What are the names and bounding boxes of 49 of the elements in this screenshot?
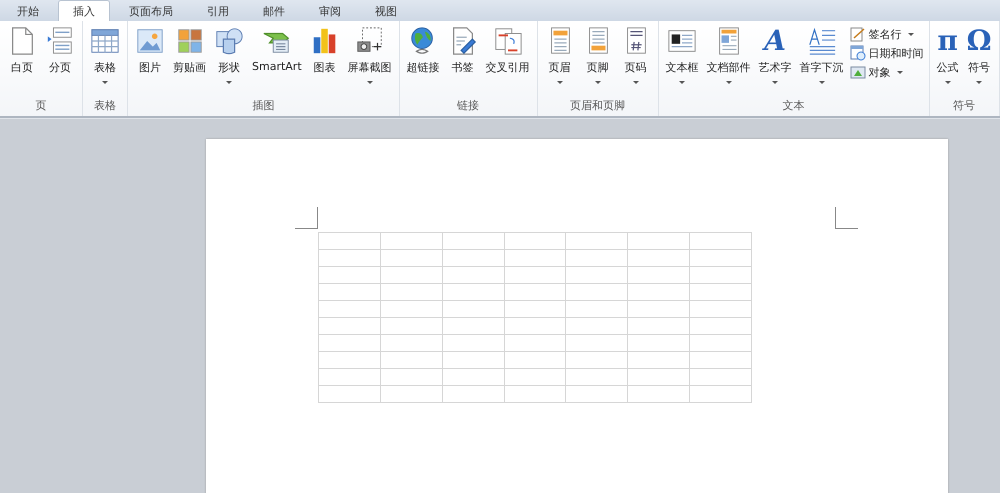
- ribbon-tab[interactable]: 邮件: [248, 1, 300, 21]
- ribbon-button[interactable]: 形状: [210, 26, 248, 84]
- ribbon-button[interactable]: π 公式: [932, 26, 963, 84]
- ribbon-small-button[interactable]: 签名行: [848, 26, 926, 42]
- drop-cap-icon: [806, 26, 837, 56]
- ribbon-button[interactable]: A 艺术字: [754, 26, 796, 84]
- ribbon-button[interactable]: 文档部件: [702, 26, 755, 84]
- ribbon-button[interactable]: 分页: [41, 26, 79, 84]
- ribbon-button[interactable]: 剪贴画: [169, 26, 210, 84]
- ribbon-button[interactable]: 屏幕截图: [344, 26, 396, 84]
- ribbon-button[interactable]: 页码: [616, 26, 655, 84]
- margin-corner-mark: [835, 207, 858, 229]
- ribbon-button[interactable]: 页眉: [540, 26, 579, 84]
- group-label: 符号: [953, 98, 976, 114]
- ribbon-tab[interactable]: 插入: [58, 0, 110, 21]
- group-label: 插图: [252, 98, 274, 114]
- glyph-icon: Ω: [966, 26, 992, 56]
- ribbon-button[interactable]: 图片: [131, 26, 169, 84]
- ribbon-small-button[interactable]: 日期和时间: [848, 45, 926, 61]
- ribbon-tab[interactable]: 审阅: [304, 1, 356, 21]
- margin-corner-mark: [295, 207, 318, 229]
- ribbon-tab[interactable]: 视图: [360, 1, 412, 21]
- pages-icon: [492, 26, 523, 56]
- ribbon-tab[interactable]: 引用: [192, 1, 244, 21]
- signature-icon: [850, 26, 866, 42]
- shapes-icon: [214, 26, 244, 56]
- ribbon-button[interactable]: 页脚: [578, 26, 617, 84]
- object-icon: [850, 64, 866, 80]
- glyph-icon: π: [937, 26, 958, 56]
- group-label: 链接: [457, 98, 480, 114]
- ribbon-button[interactable]: 首字下沉: [796, 26, 848, 84]
- ribbon-button[interactable]: 超链接: [402, 26, 444, 84]
- ribbon-button[interactable]: 表格: [86, 26, 124, 84]
- ribbon-button[interactable]: SmartArt: [248, 26, 306, 82]
- ribbon-button[interactable]: 书签: [444, 26, 482, 84]
- ribbon-tab[interactable]: 页面布局: [114, 1, 188, 21]
- group-label: 页眉和页脚: [570, 98, 626, 114]
- ribbon-button[interactable]: 白页: [3, 26, 41, 84]
- ribbon-button[interactable]: 文本框: [662, 26, 703, 84]
- ribbon-button[interactable]: Ω 符号: [962, 26, 996, 84]
- ribbon-small-button[interactable]: 对象: [848, 64, 926, 80]
- group-label: 页: [36, 98, 46, 114]
- group-label: 表格: [94, 98, 116, 114]
- ribbon-tab[interactable]: 开始: [2, 1, 54, 21]
- ribbon-button[interactable]: 交叉引用: [482, 26, 534, 84]
- calendar-icon: [850, 45, 866, 61]
- group-label: 文本: [782, 98, 805, 114]
- glyph-icon: A: [764, 26, 786, 56]
- ribbon-button[interactable]: 图表: [306, 26, 344, 84]
